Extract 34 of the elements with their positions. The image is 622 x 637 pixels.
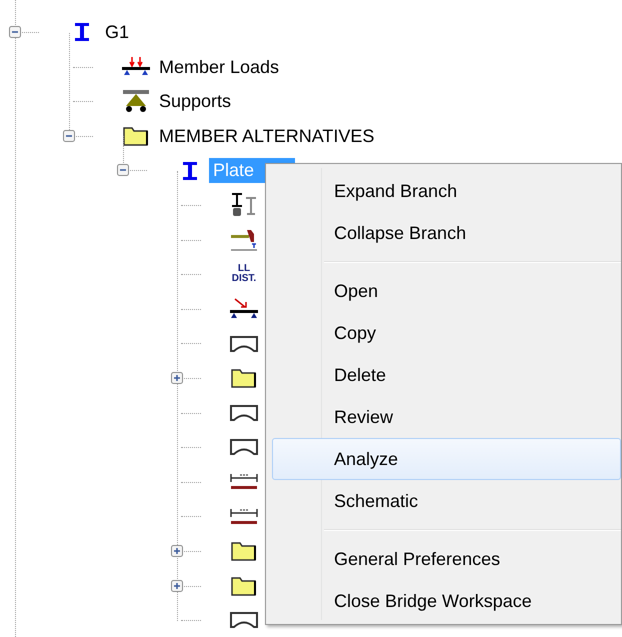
menu-item[interactable]: Open <box>272 270 621 312</box>
folder-icon <box>230 367 258 390</box>
span-icon <box>229 438 259 456</box>
menu-item[interactable]: Delete <box>272 354 621 396</box>
beam-sections-icon <box>230 192 258 218</box>
collapse-toggle[interactable] <box>117 164 129 176</box>
collapse-toggle[interactable] <box>9 26 21 38</box>
loaded-beam-icon <box>121 56 151 78</box>
menu-item[interactable]: Analyze <box>272 438 621 480</box>
menu-item[interactable]: General Preferences <box>272 538 621 580</box>
support-icon <box>121 89 151 114</box>
folder-icon <box>230 540 258 562</box>
i-beam-icon <box>74 22 90 42</box>
menu-item[interactable]: Close Bridge Workspace <box>272 580 621 622</box>
menu-item[interactable]: Collapse Branch <box>272 212 621 254</box>
tree-item[interactable]: MEMBER ALTERNATIVES <box>155 124 378 149</box>
menu-item[interactable]: Schematic <box>272 480 621 522</box>
tree-item[interactable]: Member Loads <box>155 54 284 80</box>
collapse-toggle[interactable] <box>63 130 75 142</box>
span-icon <box>229 611 259 630</box>
expand-toggle[interactable] <box>171 372 183 384</box>
dimension-bar-icon <box>229 506 259 527</box>
expand-toggle[interactable] <box>171 580 183 592</box>
i-beam-icon <box>182 160 198 181</box>
folder-icon <box>122 125 150 148</box>
span-icon <box>229 404 259 422</box>
tree-item[interactable]: G1 <box>101 20 134 45</box>
tree-item[interactable]: Supports <box>155 89 236 114</box>
span-icon <box>229 334 259 353</box>
menu-item[interactable]: Copy <box>272 312 621 354</box>
distribution-icon: LL DIST. <box>232 264 256 284</box>
folder-icon <box>230 574 258 597</box>
expand-toggle[interactable] <box>171 544 183 557</box>
menu-item[interactable]: Review <box>272 396 621 438</box>
